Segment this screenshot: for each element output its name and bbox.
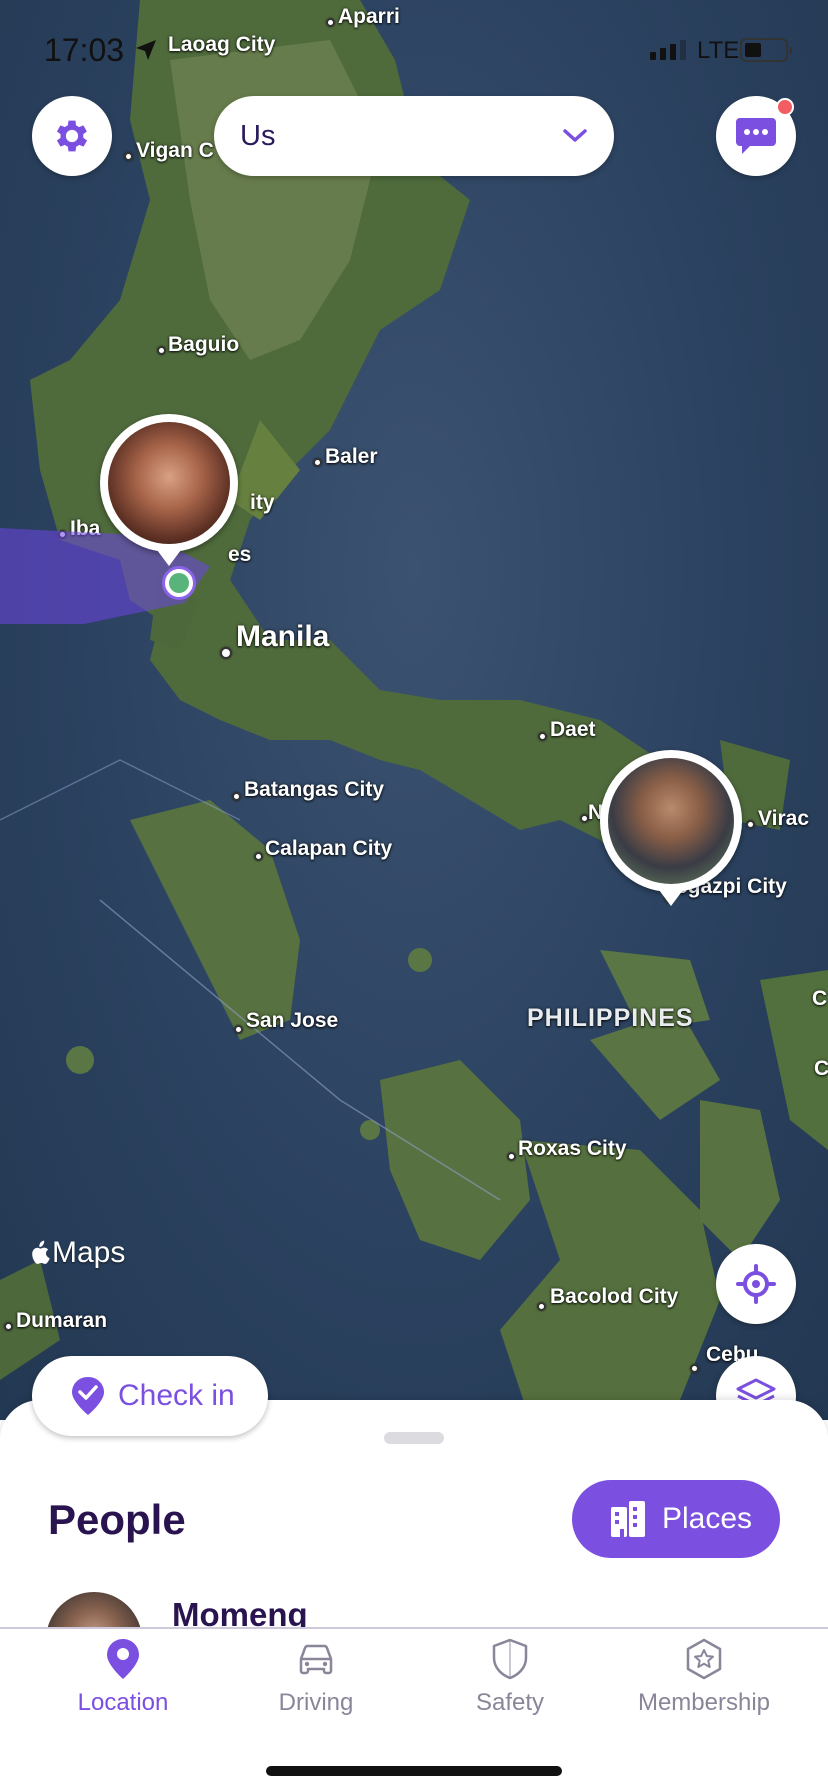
car-icon: [299, 1644, 333, 1675]
check-in-label: Check in: [118, 1379, 235, 1412]
tab-location-label: Location: [77, 1689, 169, 1716]
maps-attribution[interactable]: Maps: [28, 1236, 125, 1270]
place-label-c-east-2: C: [814, 1057, 828, 1080]
notification-badge: [776, 98, 794, 116]
place-label-dumaran: Dumaran: [16, 1309, 108, 1332]
gear-icon: [56, 120, 88, 152]
tab-membership[interactable]: Membership: [604, 1637, 804, 1717]
check-pin-icon: [72, 1377, 104, 1415]
location-pin-icon: [107, 1639, 139, 1679]
place-label-philippines: PHILIPPINES: [527, 1004, 694, 1032]
member-photo: [608, 758, 734, 884]
place-label-es-fragment: es: [228, 543, 252, 566]
star-badge-icon: [686, 1638, 722, 1680]
tab-location[interactable]: Location: [23, 1637, 223, 1717]
home-indicator[interactable]: [266, 1766, 562, 1776]
status-bar: 17:03 LTE: [0, 0, 828, 100]
place-label-san-jose: San Jose: [246, 1009, 339, 1032]
tab-membership-label: Membership: [637, 1689, 771, 1716]
tab-safety[interactable]: Safety: [410, 1637, 610, 1717]
places-button[interactable]: Places: [572, 1480, 780, 1558]
places-button-label: Places: [662, 1502, 753, 1535]
place-label-c-east-1: C: [812, 987, 828, 1010]
tab-safety-label: Safety: [475, 1689, 545, 1716]
avatar: [46, 1592, 142, 1628]
place-label-batangas: Batangas City: [244, 778, 385, 801]
place-label-bacolod: Bacolod City: [550, 1285, 679, 1308]
recenter-button[interactable]: [716, 1244, 796, 1324]
circle-switcher[interactable]: Us: [214, 96, 614, 176]
checked-in-marker[interactable]: [162, 566, 196, 600]
member-name: Momeng: [172, 1596, 308, 1628]
settings-button[interactable]: [32, 96, 112, 176]
tab-driving[interactable]: Driving: [216, 1637, 416, 1717]
place-label-city-fragment: ity: [250, 491, 275, 514]
chevron-down-icon: [563, 129, 587, 142]
member-pin-2[interactable]: [600, 750, 742, 906]
tab-driving-label: Driving: [278, 1689, 354, 1716]
map-view[interactable]: Aparri Laoag City Vigan C Baguio Baler I…: [0, 0, 828, 1420]
place-label-calapan: Calapan City: [265, 837, 393, 860]
people-section-title: People: [48, 1496, 186, 1543]
place-label-vigan: Vigan C: [136, 139, 214, 162]
place-label-baguio: Baguio: [168, 333, 240, 356]
status-time: 17:03: [44, 32, 125, 68]
apple-logo-icon: [32, 1240, 50, 1264]
place-label-baler: Baler: [325, 445, 378, 468]
shield-icon: [492, 1638, 528, 1680]
cell-signal-icon: [650, 40, 686, 60]
messages-button[interactable]: [716, 96, 796, 176]
location-arrow-icon: [136, 40, 156, 60]
place-label-virac: Virac: [758, 807, 809, 830]
battery-icon: [740, 38, 792, 62]
member-pin-1[interactable]: [100, 414, 238, 566]
place-label-manila: Manila: [236, 620, 330, 653]
network-type: LTE: [697, 37, 740, 64]
place-label-daet: Daet: [550, 718, 596, 741]
check-in-button[interactable]: Check in: [32, 1356, 268, 1436]
map-terrain: [0, 0, 828, 1420]
sheet-handle[interactable]: [384, 1432, 444, 1444]
list-item[interactable]: Momeng: [0, 1590, 828, 1628]
member-photo: [108, 422, 230, 544]
crosshair-icon: [736, 1264, 776, 1304]
chat-bubble-icon: [736, 118, 776, 154]
circle-name: Us: [240, 119, 276, 152]
maps-attribution-label: Maps: [52, 1236, 126, 1269]
place-label-roxas: Roxas City: [518, 1137, 627, 1160]
buildings-icon: [611, 1501, 645, 1537]
